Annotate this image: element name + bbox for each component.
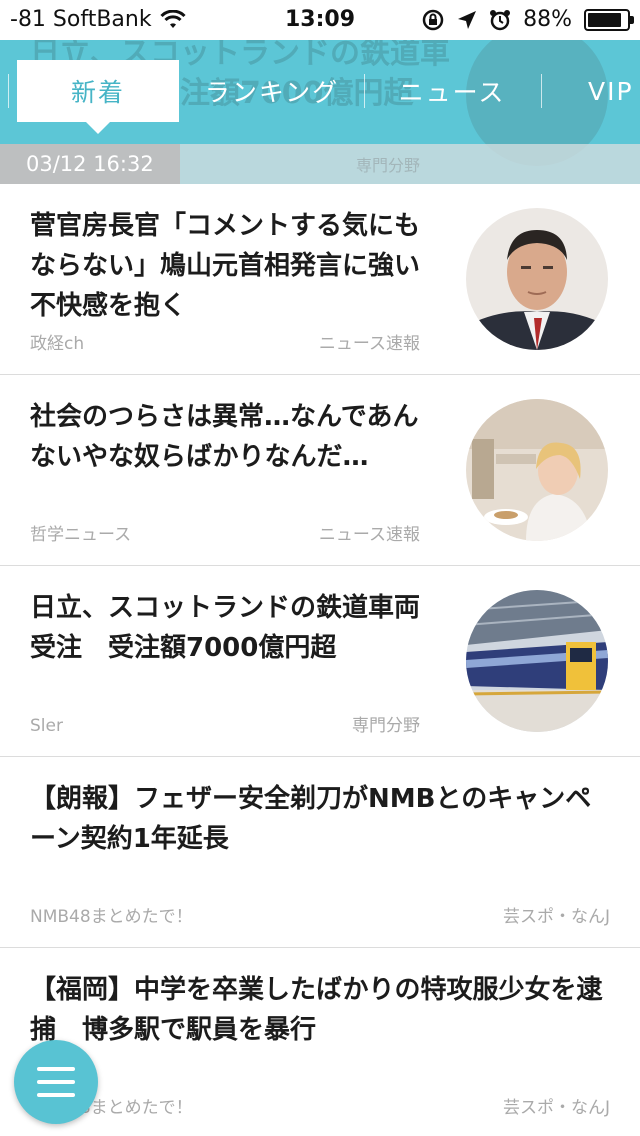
article-title: 【福岡】中学を卒業したばかりの特攻服少女を逮捕 博多駅で駅員を暴行 bbox=[30, 975, 603, 1045]
article-item[interactable]: 日立、スコットランドの鉄道車両受注 受注額7000億円超 Sler 専門分野 bbox=[0, 566, 640, 757]
article-source: NMB48まとめたで！ bbox=[30, 907, 193, 927]
article-thumbnail-train bbox=[466, 590, 608, 732]
article-source: Sler bbox=[30, 716, 63, 736]
tab-divider bbox=[8, 74, 9, 108]
article-category: 専門分野 bbox=[352, 716, 420, 736]
date-label: 03/12 16:32 bbox=[0, 144, 180, 184]
article-category: ニュース速報 bbox=[318, 334, 420, 354]
article-thumbnail-politician bbox=[466, 208, 608, 350]
tab-news[interactable]: ニュース bbox=[370, 60, 534, 122]
tab-new[interactable]: 新着 bbox=[17, 60, 179, 134]
menu-line bbox=[37, 1080, 75, 1084]
article-list: 菅官房長官「コメントする気にもならない」鳩山元首相発言に強い不快感を抱く 政経c… bbox=[0, 184, 640, 1136]
tab-vip[interactable]: VIP bbox=[560, 60, 640, 122]
tab-divider bbox=[364, 74, 365, 108]
battery-fill bbox=[588, 12, 622, 27]
article-title: 【朗報】フェザー安全剃刀がNMBとのキャンペーン契約1年延長 bbox=[30, 784, 592, 854]
article-item[interactable]: 社会のつらさは異常…なんであんないやな奴らばかりなんだ… 哲学ニュース ニュース… bbox=[0, 375, 640, 566]
battery-icon bbox=[584, 8, 634, 31]
tab-vip-label: VIP bbox=[588, 76, 634, 106]
tab-divider bbox=[541, 74, 542, 108]
lock-rotation-icon bbox=[421, 8, 445, 32]
menu-line bbox=[37, 1067, 75, 1071]
ghost-category: 専門分野 bbox=[355, 156, 420, 175]
alarm-icon bbox=[489, 9, 511, 31]
location-icon bbox=[457, 10, 477, 30]
article-thumbnail-cafe bbox=[466, 399, 608, 541]
hamburger-menu-icon[interactable] bbox=[14, 1040, 98, 1124]
tab-ranking-label: ランキング bbox=[204, 78, 340, 107]
article-category: ニュース速報 bbox=[318, 525, 420, 545]
article-title: 菅官房長官「コメントする気にもならない」鳩山元首相発言に強い不快感を抱く bbox=[30, 211, 421, 321]
article-item[interactable]: 【福岡】中学を卒業したばかりの特攻服少女を逮捕 博多駅で駅員を暴行 NMB48ま… bbox=[0, 948, 640, 1136]
article-title: 社会のつらさは異常…なんであんないやな奴らばかりなんだ… bbox=[30, 402, 419, 472]
article-item[interactable]: 菅官房長官「コメントする気にもならない」鳩山元首相発言に強い不快感を抱く 政経c… bbox=[0, 184, 640, 375]
tab-news-label: ニュース bbox=[398, 78, 506, 107]
article-source: 政経ch bbox=[30, 334, 85, 354]
article-source: 哲学ニュース bbox=[30, 525, 132, 545]
article-category: 芸スポ・なんJ bbox=[502, 1098, 610, 1118]
tab-new-label: 新着 bbox=[70, 78, 125, 107]
status-bar: -81 SoftBank 13:09 88% bbox=[0, 0, 640, 40]
battery-percent: 88% bbox=[523, 7, 572, 32]
tab-bar: 新着 ランキング ニュース VIP bbox=[0, 60, 640, 134]
header: 日立、スコットランドの鉄道車両受注 受注額7000億円超 新着 ランキング ニュ… bbox=[0, 40, 640, 184]
tab-ranking[interactable]: ランキング bbox=[186, 60, 358, 122]
article-category: 芸スポ・なんJ bbox=[502, 907, 610, 927]
article-title: 日立、スコットランドの鉄道車両受注 受注額7000億円超 bbox=[30, 593, 421, 663]
menu-line bbox=[37, 1093, 75, 1097]
article-item[interactable]: 【朗報】フェザー安全剃刀がNMBとのキャンペーン契約1年延長 NMB48まとめた… bbox=[0, 757, 640, 948]
